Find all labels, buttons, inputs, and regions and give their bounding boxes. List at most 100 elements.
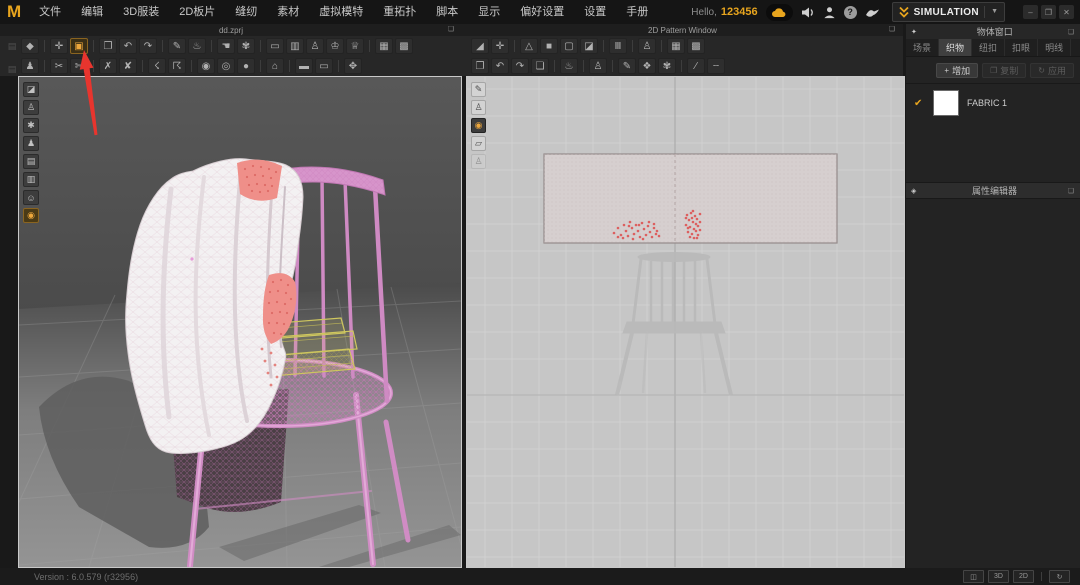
menu-display[interactable]: 显示 bbox=[468, 0, 510, 24]
tool-2d-segment-sewing[interactable]: ↶ bbox=[491, 58, 509, 74]
tool-2d-texture-pen[interactable]: ✎ bbox=[618, 58, 636, 74]
simulation-dropdown[interactable]: ▼ bbox=[984, 6, 998, 18]
tab-buttonhole[interactable]: 扣眼 bbox=[1005, 39, 1038, 56]
tab-topstitch[interactable]: 明线 bbox=[1038, 39, 1071, 56]
tool-pin-b[interactable]: ☈ bbox=[168, 58, 186, 74]
viewport3d-popup-icon[interactable]: ❏ bbox=[448, 26, 454, 34]
fabric-check-icon[interactable]: ✔ bbox=[914, 98, 925, 109]
show-cloth-a[interactable]: ▤ bbox=[23, 154, 39, 169]
tool-free-sewing[interactable]: ↷ bbox=[139, 38, 157, 54]
dock-panel-icon-a[interactable]: ▤ bbox=[3, 38, 21, 54]
show-simulation-mesh[interactable]: ✱ bbox=[23, 118, 39, 133]
tool-arrange-down[interactable]: ♕ bbox=[346, 38, 364, 54]
tool-2d-pleats[interactable]: Ⅲ bbox=[609, 38, 627, 54]
menu-material[interactable]: 素材 bbox=[267, 0, 309, 24]
cloud-sync-button[interactable] bbox=[766, 4, 793, 21]
tool-button[interactable]: ◉ bbox=[197, 58, 215, 74]
tool-2d-mesh[interactable]: ❖ bbox=[638, 58, 656, 74]
show-2d-garment[interactable]: ♙ bbox=[471, 100, 486, 115]
add-button[interactable]: +增加 bbox=[936, 63, 978, 78]
account-button[interactable] bbox=[823, 6, 836, 19]
tool-2d-transform[interactable]: ◢ bbox=[471, 38, 489, 54]
tool-measure-a[interactable]: ▬ bbox=[295, 58, 313, 74]
tool-remove-b[interactable]: ✘ bbox=[119, 58, 137, 74]
tool-grid-large[interactable]: ▩ bbox=[395, 38, 413, 54]
tab-button[interactable]: 纽扣 bbox=[972, 39, 1005, 56]
show-environment[interactable]: ◉ bbox=[23, 208, 39, 223]
tool-avatar-pose[interactable]: ♟ bbox=[21, 58, 39, 74]
tool-2d-trace[interactable]: ♙ bbox=[638, 38, 656, 54]
simulation-button[interactable]: SIMULATION ▼ bbox=[892, 2, 1005, 22]
tool-bag[interactable]: ⌂ bbox=[266, 58, 284, 74]
tool-scissors-a[interactable]: ✂ bbox=[50, 58, 68, 74]
menu-script[interactable]: 脚本 bbox=[426, 0, 468, 24]
show-garment[interactable]: ♙ bbox=[23, 100, 39, 115]
pin-icon[interactable]: ✦ bbox=[911, 28, 917, 36]
tool-tack-on-avatar[interactable]: ☚ bbox=[217, 38, 235, 54]
show-avatar[interactable]: ♟ bbox=[23, 136, 39, 151]
tool-steam-iron[interactable]: ♨ bbox=[188, 38, 206, 54]
tool-2d-line[interactable]: ∕ bbox=[687, 58, 705, 74]
fabric-list-item[interactable]: ✔ FABRIC 1 bbox=[906, 84, 1080, 122]
tool-arrange-up[interactable]: ♔ bbox=[326, 38, 344, 54]
viewport-2d[interactable]: ✎♙◉▱♙ bbox=[466, 76, 905, 568]
tab-scene[interactable]: 场景 bbox=[906, 39, 939, 56]
help-button[interactable]: ? bbox=[844, 6, 857, 19]
menu-retopology[interactable]: 重拓扑 bbox=[373, 0, 426, 24]
menu-edit[interactable]: 编辑 bbox=[71, 0, 113, 24]
tool-buttonhole[interactable]: ● bbox=[237, 58, 255, 74]
tool-reset-arrangement[interactable]: ♙ bbox=[306, 38, 324, 54]
tool-2d-iron[interactable]: ♨ bbox=[560, 58, 578, 74]
property-pin-icon[interactable]: ◈ bbox=[911, 187, 916, 195]
tool-transform-pattern[interactable]: ▣ bbox=[70, 38, 88, 54]
edit-curve-pen[interactable]: ✎ bbox=[471, 82, 486, 97]
tool-select-move[interactable]: ✛ bbox=[50, 38, 68, 54]
fabric-swatch[interactable] bbox=[933, 90, 959, 116]
tool-2d-polygon[interactable]: △ bbox=[520, 38, 538, 54]
tool-2d-dart[interactable]: ◪ bbox=[580, 38, 598, 54]
menu-virtual-avatar[interactable]: 虚拟模特 bbox=[309, 0, 373, 24]
tool-measure-b[interactable]: ▭ bbox=[315, 58, 333, 74]
tool-2d-grid-large[interactable]: ▩ bbox=[687, 38, 705, 54]
menu-preferences[interactable]: 偏好设置 bbox=[510, 0, 574, 24]
tool-2d-circle[interactable]: ▢ bbox=[560, 38, 578, 54]
object-window-popup-icon[interactable]: ❏ bbox=[1068, 28, 1074, 36]
viewport2d-popup-icon[interactable]: ❏ bbox=[889, 26, 895, 34]
tool-2d-edit-pattern[interactable]: ✛ bbox=[491, 38, 509, 54]
menu-settings[interactable]: 设置 bbox=[574, 0, 616, 24]
tool-simulate[interactable]: ◆ bbox=[21, 38, 39, 54]
tool-remove-a[interactable]: ✗ bbox=[99, 58, 117, 74]
view-2d-button[interactable]: 2D bbox=[1013, 570, 1034, 583]
tool-segment-sewing[interactable]: ↶ bbox=[119, 38, 137, 54]
tool-button-alt[interactable]: ◎ bbox=[217, 58, 235, 74]
tool-flatten[interactable]: ▭ bbox=[266, 38, 284, 54]
restore-button[interactable]: ❐ bbox=[1041, 5, 1056, 19]
tool-2d-rectangle[interactable]: ■ bbox=[540, 38, 558, 54]
tool-2d-grid-small[interactable]: ▦ bbox=[667, 38, 685, 54]
menu-sewing[interactable]: 缝纫 bbox=[225, 0, 267, 24]
tool-pin[interactable]: ✎ bbox=[168, 38, 186, 54]
minimize-button[interactable]: – bbox=[1023, 5, 1038, 19]
close-button[interactable]: ✕ bbox=[1059, 5, 1074, 19]
split-view-button[interactable]: ◫ bbox=[963, 570, 984, 583]
speaker-button[interactable] bbox=[801, 6, 815, 19]
tool-edit-sewing[interactable]: ❐ bbox=[99, 38, 117, 54]
menu-2d-pattern[interactable]: 2D板片 bbox=[169, 0, 225, 24]
tool-2d-shirt[interactable]: ♙ bbox=[589, 58, 607, 74]
tool-grid-small[interactable]: ▦ bbox=[375, 38, 393, 54]
tool-pin-a[interactable]: ☇ bbox=[148, 58, 166, 74]
tool-wind[interactable]: ✾ bbox=[237, 38, 255, 54]
tool-sync-garment[interactable]: ▥ bbox=[286, 38, 304, 54]
tool-2d-baseline[interactable]: ┄ bbox=[707, 58, 725, 74]
dock-panel-icon-b[interactable]: ▤ bbox=[3, 61, 21, 77]
menu-file[interactable]: 文件 bbox=[29, 0, 71, 24]
show-cloth-b[interactable]: ▥ bbox=[23, 172, 39, 187]
view-3d-button[interactable]: 3D bbox=[988, 570, 1009, 583]
menu-3d-garment[interactable]: 3D服装 bbox=[113, 0, 169, 24]
tool-2d-edit-sewing[interactable]: ❐ bbox=[471, 58, 489, 74]
show-mannequin[interactable]: ☺ bbox=[23, 190, 39, 205]
tab-fabric[interactable]: 织物 bbox=[939, 39, 972, 56]
tool-2d-free-sewing[interactable]: ↷ bbox=[511, 58, 529, 74]
show-textured-surface[interactable]: ◪ bbox=[23, 82, 39, 97]
show-2d-texture[interactable]: ◉ bbox=[471, 118, 486, 133]
